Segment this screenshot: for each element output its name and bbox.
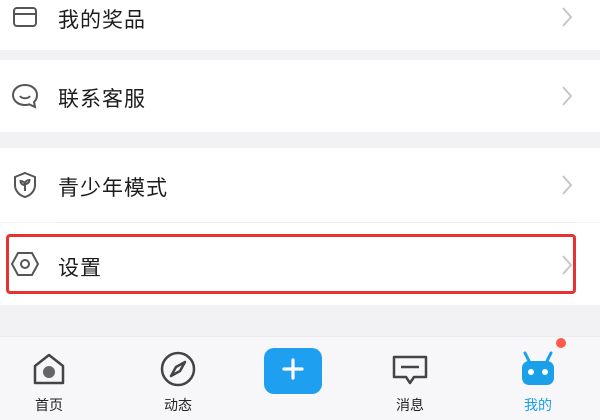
chevron-right-icon [558,172,576,198]
tab-me[interactable]: 我的 [498,337,578,420]
tab-home[interactable]: 首页 [9,337,89,420]
chevron-right-icon [558,83,576,109]
tab-label: 动态 [164,398,192,414]
menu-item-prizes[interactable]: 我的奖品 [0,0,600,50]
chevron-right-icon [558,252,576,278]
chevron-right-icon [558,4,576,30]
plus-icon [281,357,305,385]
message-icon [390,349,430,389]
hexagon-settings-icon [8,247,42,281]
tab-label: 消息 [396,398,424,414]
home-icon [29,349,69,389]
tab-feed[interactable]: 动态 [138,337,218,420]
gift-icon [8,0,42,32]
notification-dot [556,338,566,348]
menu-item-label: 设置 [58,256,102,280]
compass-icon [158,349,198,389]
menu-item-label: 联系客服 [58,87,146,111]
add-button[interactable] [264,348,322,394]
menu-item-label: 青少年模式 [58,176,168,200]
menu-item-label: 我的奖品 [58,8,146,32]
robot-icon [518,349,558,389]
menu-item-customer-service[interactable]: 联系客服 [0,60,600,132]
tab-messages[interactable]: 消息 [370,337,450,420]
profile-screen: 我的奖品 联系客服 青少年模式 设置 首页 动态 消息 我的 [0,0,600,420]
tab-label: 我的 [524,398,552,414]
menu-item-teen-mode[interactable]: 青少年模式 [0,148,600,222]
menu-item-settings[interactable]: 设置 [0,223,600,305]
chat-icon [8,79,42,113]
tab-label: 首页 [35,398,63,414]
shield-leaf-icon [8,168,42,202]
